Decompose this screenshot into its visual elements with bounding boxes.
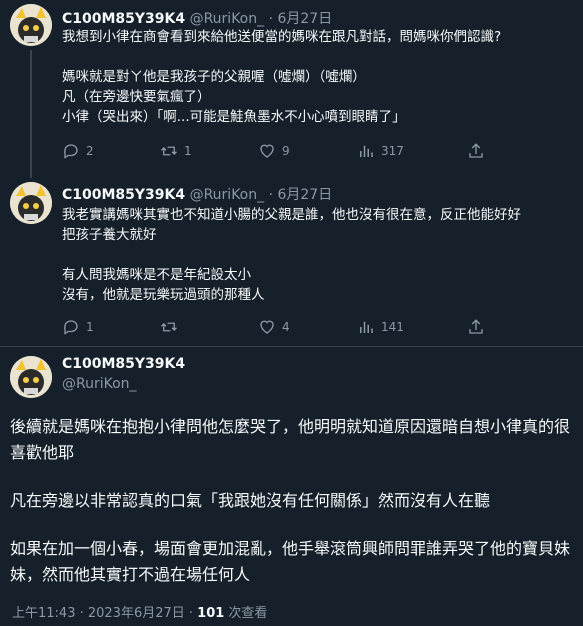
tweet-date[interactable]: · 6月27日 xyxy=(269,11,333,27)
view-count: 101 xyxy=(197,606,225,621)
views-button[interactable]: 317 xyxy=(357,141,404,161)
share-button[interactable] xyxy=(467,141,485,161)
tweet-line: 我想到小律在商會看到來給他送便當的媽咪在跟凡對話，問媽咪你們認識? xyxy=(62,29,502,45)
tweet-2[interactable]: C100M85Y39K4 @RuriKon_ · 6月27日 我老實講媽咪其實也… xyxy=(0,176,583,346)
tweet-paragraph: 如果在加一個小春，場面會更加混亂，他手舉滾筒興師問罪誰弄哭了他的寶貝妹妹，然而他… xyxy=(10,539,571,584)
views-label: 次查看 xyxy=(224,606,268,621)
share-button[interactable] xyxy=(467,317,485,337)
tweet-1[interactable]: C100M85Y39K4 @RuriKon_ · 6月27日 我想到小律在商會看… xyxy=(0,0,583,178)
tweet-text: 我老實講媽咪其實也不知道小腸的父親是誰，他也沒有很在意，反正他能好好 把孩子養大… xyxy=(62,205,572,305)
views-button[interactable]: 141 xyxy=(357,317,404,337)
avatar[interactable] xyxy=(10,182,52,224)
tweet-text: 我想到小律在商會看到來給他送便當的媽咪在跟凡對話，問媽咪你們認識? 媽咪就是對ㄚ… xyxy=(62,27,572,127)
view-count: 141 xyxy=(381,320,404,334)
reply-count: 2 xyxy=(86,144,94,158)
tweet-line: 有人問我媽咪是不是年紀設太小 xyxy=(62,267,251,283)
tweet-actions: 1 4 141 xyxy=(62,317,532,337)
timestamp[interactable]: 上午11:43 · 2023年6月27日 · xyxy=(12,606,197,621)
tweet-line: 小律（哭出來）「啊...可能是鮭魚墨水不小心噴到眼睛了」 xyxy=(62,109,406,125)
reply-count: 1 xyxy=(86,320,94,334)
view-count: 317 xyxy=(381,144,404,158)
like-button[interactable]: 9 xyxy=(258,141,290,161)
tweet-text: 後續就是媽咪在抱抱小律問他怎麼哭了，他明明就知道原因還暗自想小律真的很喜歡他耶 … xyxy=(10,414,575,588)
like-count: 9 xyxy=(282,144,290,158)
tweet-actions: 2 1 9 317 xyxy=(62,141,532,161)
user-handle[interactable]: @RuriKon_ xyxy=(62,376,137,392)
reply-button[interactable]: 2 xyxy=(62,141,94,161)
heart-icon xyxy=(260,320,274,334)
views-chart-icon xyxy=(360,321,373,333)
heart-icon xyxy=(260,144,274,158)
display-name[interactable]: C100M85Y39K4 xyxy=(62,187,185,203)
tweet-header: C100M85Y39K4 @RuriKon_ · 6月27日 xyxy=(62,8,332,28)
tweet-paragraph: 凡在旁邊以非常認真的口氣「我跟她沒有任何關係」然而沒有人在聽 xyxy=(10,491,491,510)
retweet-icon xyxy=(161,322,177,332)
share-icon xyxy=(469,143,483,158)
share-icon xyxy=(469,319,483,334)
like-button[interactable]: 4 xyxy=(258,317,290,337)
reply-button[interactable]: 1 xyxy=(62,317,94,337)
retweet-button[interactable]: 1 xyxy=(160,141,192,161)
views-chart-icon xyxy=(360,145,373,157)
tweet-line: 把孩子養大就好 xyxy=(62,227,157,243)
retweet-icon xyxy=(161,146,177,156)
display-name[interactable]: C100M85Y39K4 xyxy=(62,356,185,372)
like-count: 4 xyxy=(282,320,290,334)
user-handle[interactable]: @RuriKon_ xyxy=(190,187,265,203)
avatar[interactable] xyxy=(10,356,52,398)
divider xyxy=(0,346,583,347)
tweet-line: 凡（在旁邊快要氣瘋了） xyxy=(62,89,211,105)
reply-icon xyxy=(63,320,78,335)
avatar[interactable] xyxy=(10,4,52,46)
tweet-paragraph: 後續就是媽咪在抱抱小律問他怎麼哭了，他明明就知道原因還暗自想小律真的很喜歡他耶 xyxy=(10,417,571,462)
tweet-header: C100M85Y39K4 @RuriKon_ · 6月27日 xyxy=(62,184,332,204)
tweet-date[interactable]: · 6月27日 xyxy=(269,187,333,203)
user-handle[interactable]: @RuriKon_ xyxy=(190,11,265,27)
retweet-button[interactable] xyxy=(160,317,184,337)
retweet-count: 1 xyxy=(184,144,192,158)
tweet-line xyxy=(62,47,572,67)
tweet-line: 沒有，他就是玩樂玩過頭的那種人 xyxy=(62,287,265,303)
tweet-line xyxy=(62,245,572,265)
tweet-meta: 上午11:43 · 2023年6月27日 · 101 次查看 xyxy=(12,602,267,621)
thread-line xyxy=(30,50,32,178)
reply-icon xyxy=(63,144,78,159)
display-name[interactable]: C100M85Y39K4 xyxy=(62,11,185,27)
main-tweet: C100M85Y39K4 @RuriKon_ 後續就是媽咪在抱抱小律問他怎麼哭了… xyxy=(0,348,583,626)
tweet-line: 我老實講媽咪其實也不知道小腸的父親是誰，他也沒有很在意，反正他能好好 xyxy=(62,207,521,223)
tweet-line: 媽咪就是對ㄚ他是我孩子的父親喔（噓爛）（噓爛） xyxy=(62,69,366,85)
